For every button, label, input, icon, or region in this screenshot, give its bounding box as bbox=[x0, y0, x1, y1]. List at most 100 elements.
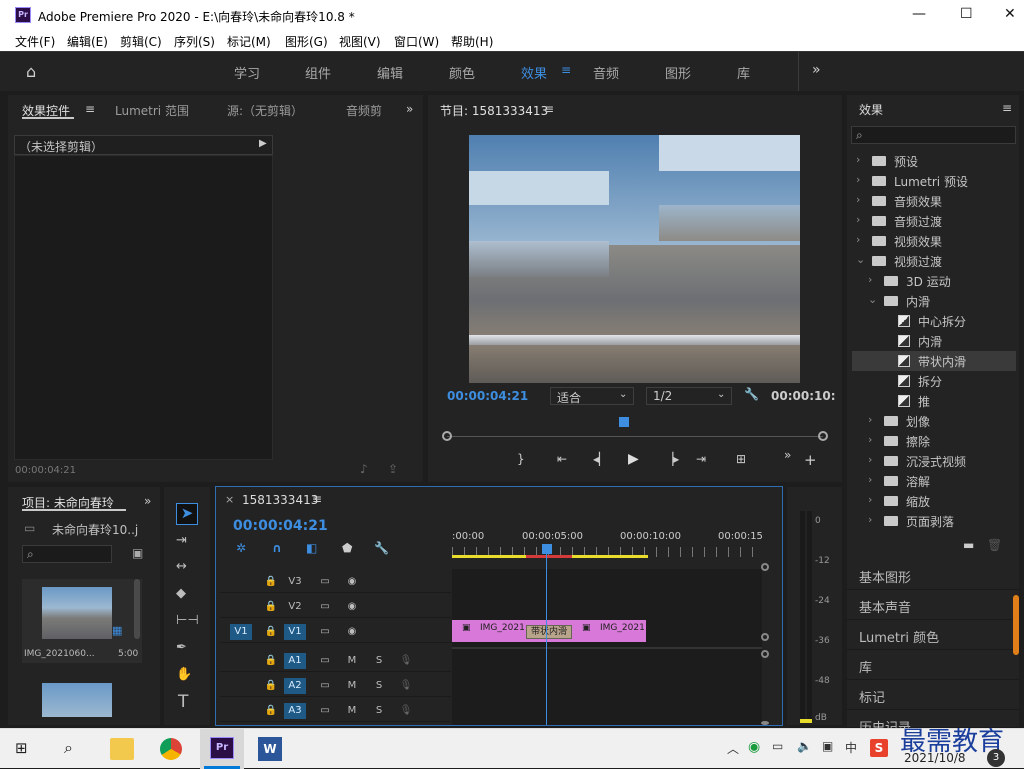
scroll-handle[interactable] bbox=[761, 563, 769, 571]
network-icon[interactable]: ▭ bbox=[772, 739, 783, 753]
track-select-tool-icon[interactable]: ⇥ bbox=[176, 533, 187, 548]
chevron-right-icon[interactable]: › bbox=[856, 173, 860, 186]
scroll-handle[interactable] bbox=[761, 633, 769, 641]
menu-view[interactable]: 视图(V) bbox=[339, 33, 381, 50]
scroll-handle[interactable] bbox=[761, 650, 769, 658]
workspace-effects[interactable]: 效果 bbox=[521, 63, 547, 82]
word-icon[interactable]: W bbox=[258, 737, 282, 761]
windows-start-icon[interactable]: ⊞ bbox=[15, 739, 28, 757]
notification-badge[interactable]: 3 bbox=[987, 749, 1005, 767]
linked-selection-icon[interactable]: ◧ bbox=[306, 541, 317, 555]
chevron-right-icon[interactable]: › bbox=[868, 453, 872, 466]
workspace-learning[interactable]: 学习 bbox=[234, 63, 260, 82]
solo-button[interactable]: S bbox=[368, 678, 390, 694]
close-icon[interactable]: ✕ bbox=[1004, 6, 1016, 22]
effect-tree-item[interactable]: ⌄ 内滑 bbox=[852, 291, 1016, 311]
hand-tool-icon[interactable]: ✋ bbox=[176, 667, 192, 682]
clip-thumbnail[interactable]: IMG_2021060... 5:00 ▦ bbox=[22, 579, 142, 663]
solo-button[interactable]: S bbox=[368, 703, 390, 719]
razor-tool-icon[interactable]: ◆ bbox=[176, 586, 186, 601]
camera-icon[interactable]: ▭ bbox=[314, 574, 336, 590]
transition-block[interactable]: 带状内滑 bbox=[526, 625, 572, 639]
panel-menu-icon[interactable]: ≡ bbox=[1002, 101, 1012, 115]
track-label[interactable]: A3 bbox=[284, 703, 306, 719]
lock-icon[interactable]: 🔒 bbox=[260, 653, 282, 669]
effect-tree-item[interactable]: › 缩放 bbox=[852, 491, 1016, 511]
workspace-graphics[interactable]: 图形 bbox=[665, 63, 691, 82]
resolution-dropdown[interactable]: 1/2 ⌄ bbox=[646, 387, 732, 405]
workspace-assembly[interactable]: 组件 bbox=[305, 63, 331, 82]
lock-icon[interactable]: 🔒 bbox=[260, 599, 282, 615]
track-label[interactable]: A2 bbox=[284, 678, 306, 694]
effect-tree-item[interactable]: 中心拆分 bbox=[852, 311, 1016, 331]
chevron-up-icon[interactable]: ︿ bbox=[727, 740, 739, 757]
solo-button[interactable]: S bbox=[368, 653, 390, 669]
menu-icon[interactable]: ≡ bbox=[561, 63, 571, 77]
tab-audio[interactable]: 音频剪 bbox=[346, 102, 382, 119]
ripple-edit-tool-icon[interactable]: ↔ bbox=[176, 559, 187, 574]
ime-mode[interactable]: 中 bbox=[845, 739, 857, 756]
panel-menu-icon[interactable]: ≡ bbox=[312, 492, 322, 506]
sogou-icon[interactable]: S bbox=[870, 739, 888, 757]
effect-controls-area[interactable] bbox=[14, 155, 273, 460]
menu-edit[interactable]: 编辑(E) bbox=[67, 33, 108, 50]
track-label[interactable]: V1 bbox=[284, 624, 306, 640]
project-search-input[interactable]: ⌕ bbox=[22, 545, 112, 563]
effect-tree-item[interactable]: ⌄ 视频过渡 bbox=[852, 251, 1016, 271]
source-patch-v1[interactable]: V1 bbox=[230, 624, 252, 640]
eye-icon[interactable]: ◉ bbox=[341, 574, 363, 590]
volume-icon[interactable]: 🔈 bbox=[797, 739, 812, 753]
minimize-icon[interactable]: — bbox=[912, 6, 926, 22]
chevron-down-icon[interactable]: ⌄ bbox=[868, 293, 877, 306]
track-label[interactable]: V2 bbox=[284, 599, 306, 615]
menu-help[interactable]: 帮助(H) bbox=[451, 33, 493, 50]
fit-dropdown[interactable]: 适合 ⌄ bbox=[550, 387, 634, 405]
effect-tree-item[interactable]: › 页面剥落 bbox=[852, 511, 1016, 531]
lock-icon[interactable]: 🔒 bbox=[260, 574, 282, 590]
effect-tree-item[interactable]: › 音频效果 bbox=[852, 191, 1016, 211]
chevron-right-icon[interactable]: › bbox=[868, 433, 872, 446]
play-icon[interactable]: ▶ bbox=[628, 451, 639, 467]
add-button-icon[interactable]: + bbox=[804, 451, 817, 469]
workspace-editing[interactable]: 编辑 bbox=[377, 63, 403, 82]
track-label[interactable]: A1 bbox=[284, 653, 306, 669]
go-to-out-icon[interactable]: ⇥ bbox=[696, 452, 706, 466]
security-icon[interactable]: ◉ bbox=[748, 739, 760, 755]
go-to-in-icon[interactable]: ⇤ bbox=[557, 452, 567, 466]
camera-icon[interactable]: ▭ bbox=[314, 678, 336, 694]
effect-tree-item[interactable]: 拆分 bbox=[852, 371, 1016, 391]
nest-icon[interactable]: ✲ bbox=[236, 541, 246, 555]
chrome-icon[interactable] bbox=[160, 738, 182, 760]
effect-tree-item[interactable]: › 溶解 bbox=[852, 471, 1016, 491]
effect-tree-item[interactable]: › 划像 bbox=[852, 411, 1016, 431]
chevron-right-icon[interactable]: » bbox=[144, 494, 151, 508]
slip-tool-icon[interactable]: ⊢⊣ bbox=[176, 613, 199, 628]
add-marker-icon[interactable]: ⬟ bbox=[342, 541, 352, 555]
menu-clip[interactable]: 剪辑(C) bbox=[120, 33, 162, 50]
effect-tree-item[interactable]: 推 bbox=[852, 391, 1016, 411]
workspace-libraries[interactable]: 库 bbox=[737, 63, 750, 82]
chevron-right-icon[interactable]: » bbox=[812, 62, 821, 78]
file-explorer-icon[interactable] bbox=[110, 738, 134, 760]
menu-sequence[interactable]: 序列(S) bbox=[174, 33, 215, 50]
mute-button[interactable]: M bbox=[341, 678, 363, 694]
panel-libraries[interactable]: 库 bbox=[847, 650, 1019, 680]
panel-essential-graphics[interactable]: 基本图形 bbox=[847, 560, 1019, 590]
program-timecode[interactable]: 00:00:04:21 bbox=[447, 389, 528, 403]
notification-icon[interactable]: ▣ bbox=[822, 739, 833, 753]
timeline-timecode[interactable]: 00:00:04:21 bbox=[233, 518, 328, 534]
mute-button[interactable]: M bbox=[341, 653, 363, 669]
scrub-bar[interactable] bbox=[447, 436, 823, 437]
effect-tree-item[interactable]: › Lumetri 预设 bbox=[852, 171, 1016, 191]
export-icon[interactable]: ⇪ bbox=[388, 462, 398, 476]
mic-icon[interactable]: 🎙 bbox=[395, 678, 417, 694]
lock-icon[interactable]: 🔒 bbox=[260, 624, 282, 640]
chevron-right-icon[interactable]: › bbox=[868, 493, 872, 506]
audio-icon[interactable]: ♪ bbox=[360, 462, 368, 476]
taskbar-active-app[interactable]: Pr bbox=[200, 729, 244, 769]
lock-icon[interactable]: 🔒 bbox=[260, 703, 282, 719]
chevron-right-icon[interactable]: › bbox=[856, 193, 860, 206]
chevron-down-icon[interactable]: ⌄ bbox=[856, 253, 865, 266]
right-scrollbar[interactable] bbox=[1013, 595, 1019, 655]
panel-lumetri-color[interactable]: Lumetri 颜色 bbox=[847, 620, 1019, 650]
